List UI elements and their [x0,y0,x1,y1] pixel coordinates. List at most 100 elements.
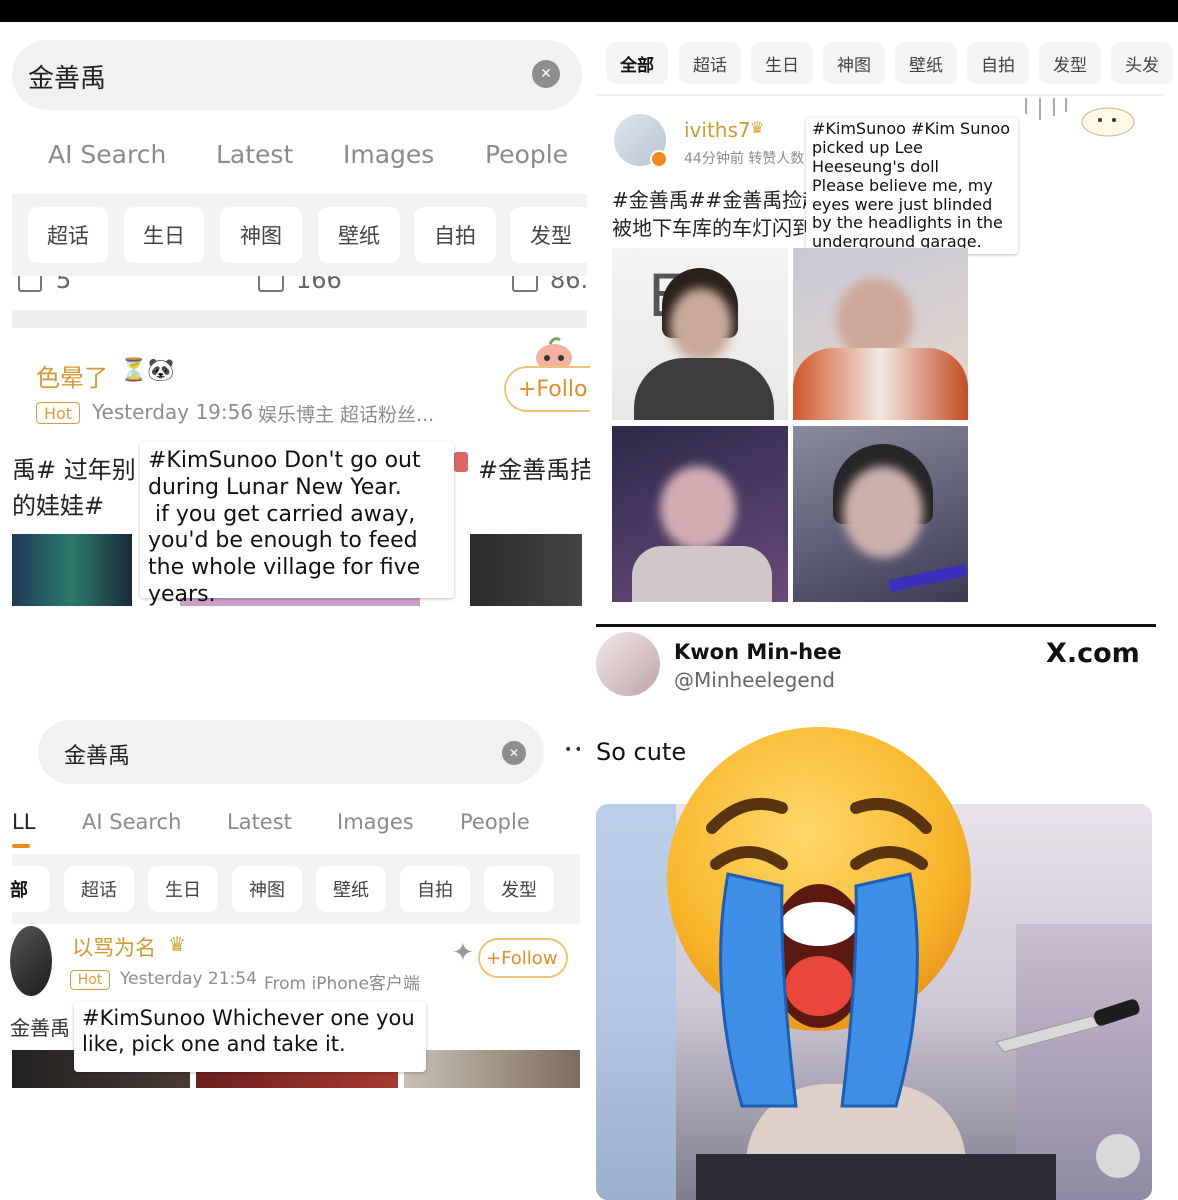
comment-icon[interactable] [258,276,284,292]
verified-icon [650,150,668,168]
divider [12,310,587,328]
tab-latest[interactable]: Latest [216,140,293,169]
jacket-shape [634,358,774,420]
chip-row: 部 超话 生日 神图 壁纸 自拍 发型 [0,854,587,924]
chip-zipai[interactable]: 自拍 [414,207,496,263]
post-time: Yesterday 19:56 [92,400,254,424]
comment-count: 166 [296,276,342,294]
sparkle-icon: ✦ [452,938,474,968]
post-image-3[interactable] [612,426,788,602]
post-time: Yesterday 21:54 [120,969,257,989]
crying-face-emoji [664,724,974,1108]
chip-bizhi[interactable]: 壁纸 [316,866,386,912]
chip-bizhi[interactable]: 壁纸 [318,207,400,263]
costume-shape [793,348,968,420]
translation-caption: #KimSunoo Don't go out during Lunar New … [140,442,454,606]
post-text-left-2: 的娃娃# [12,492,105,520]
x-logo[interactable]: X.com [1046,638,1140,669]
chip-faxing[interactable]: 发型 [510,207,590,263]
chip-all[interactable]: 全部 [606,42,668,84]
weibo-search-panel-1: 金善禹 ✕ AI Search Latest Images People 超话 … [0,22,590,606]
share-icon[interactable] [18,276,42,292]
chip-row-2: 全部 超话 生日 神图 壁纸 自拍 发型 头发 [596,38,1178,90]
post-username[interactable]: 色晕了 [36,358,108,393]
clear-icon[interactable]: ✕ [502,741,526,765]
post-image-4[interactable] [793,426,968,602]
crown-icon: ♛ [168,932,186,956]
translation-caption: #KimSunoo Whichever one you like, pick o… [74,1002,426,1072]
blurred-face [670,288,732,362]
tab-people[interactable]: People [485,140,568,169]
chip-all[interactable]: 部 [0,866,50,912]
chip-shengri[interactable]: 生日 [124,207,204,263]
post-username[interactable]: 以骂为名 [72,932,156,962]
follow-button[interactable]: +Follow [478,938,568,978]
search-bar[interactable]: 金善禹 ✕ [12,40,582,110]
watermark-avatar [1096,1134,1140,1178]
hourglass-panda-icon: ⏳🐼 [120,358,175,383]
chip-toufa[interactable]: 头发 [1111,42,1173,84]
chip-faxing[interactable]: 发型 [1039,42,1101,84]
tab-ai-search[interactable]: AI Search [82,810,181,834]
author-name[interactable]: Kwon Min-hee [674,640,842,664]
tab-images[interactable]: Images [343,140,434,169]
post-meta: 44分钟前 转赞人数 [684,151,805,167]
post-image-1[interactable] [12,534,132,606]
x-post-panel: Kwon Min-hee @Minheelegend X.com So cute [580,606,1178,1200]
clear-icon[interactable]: ✕ [532,60,560,88]
chip-chaohua[interactable]: 超话 [64,866,134,912]
chip-faxing[interactable]: 发型 [484,866,554,912]
tab-all[interactable]: LL [12,810,35,834]
search-input[interactable]: 金善禹 [64,738,130,770]
post-hashtags: #金善禹##金善禹捡起 [612,188,823,212]
post-stats-row: 5 166 86. [12,276,587,298]
chip-shentu[interactable]: 神图 [232,866,302,912]
chip-row: 超话 生日 神图 壁纸 自拍 发型 [12,194,590,276]
tab-images[interactable]: Images [337,810,414,834]
lipstick-icon [454,452,468,472]
blurred-face [660,466,736,550]
hot-badge: Hot [70,970,110,990]
chip-bizhi[interactable]: 壁纸 [895,42,957,84]
post-image-2[interactable] [793,248,968,420]
search-input[interactable]: 金善禹 [28,58,106,95]
avatar[interactable] [596,632,660,696]
crown-icon: ♛ [750,118,765,137]
like-icon[interactable] [512,276,538,292]
weibo-post-panel-2: 全部 超话 生日 神图 壁纸 自拍 发型 头发 iviths7 ♛ 44分钟前 … [596,22,1178,606]
tab-latest[interactable]: Latest [227,810,292,834]
weibo-search-panel-3: 金善禹 ✕ •• LL AI Search Latest Images Peop… [0,606,590,1200]
chip-zipai[interactable]: 自拍 [967,42,1029,84]
post-source: 娱乐博主 超话粉丝... [258,404,435,426]
shirt-shape [632,546,772,602]
post-text-left-1: 禹# 过年别 [12,456,136,484]
chip-shentu[interactable]: 神图 [823,42,885,84]
post-image-3[interactable] [470,534,582,606]
post-text-right: #金善禹拮 [478,456,590,484]
post-image-3[interactable] [404,1050,582,1088]
chip-shengri[interactable]: 生日 [751,42,813,84]
hot-badge: Hot [36,402,80,424]
post-text: 被地下车库的车灯闪到 [612,216,812,240]
bunny-decoration-icon [1020,94,1140,140]
blurred-face [843,466,923,558]
chip-zipai[interactable]: 自拍 [400,866,470,912]
chip-shengri[interactable]: 生日 [148,866,218,912]
author-handle[interactable]: @Minheelegend [674,668,835,692]
tab-ai-search[interactable]: AI Search [48,140,166,169]
like-count: 86. [550,276,587,294]
post-source: From iPhone客户端 [264,974,420,994]
search-bar[interactable]: 金善禹 ✕ [38,720,544,784]
post-username[interactable]: iviths7 [684,118,751,142]
follow-button[interactable]: +Follo [504,366,590,412]
avatar[interactable] [10,926,52,996]
share-count: 5 [56,276,72,294]
post-image-1[interactable]: EA [612,248,788,420]
translation-caption: #KimSunoo #Kim Sunoo picked up Lee Heese… [806,118,1018,254]
tab-active-indicator [12,844,30,848]
chip-chaohua[interactable]: 超话 [28,207,108,263]
tab-people[interactable]: People [460,810,530,834]
chip-chaohua[interactable]: 超话 [679,42,741,84]
chip-shentu[interactable]: 神图 [220,207,302,263]
lightstick-shape [888,564,968,592]
